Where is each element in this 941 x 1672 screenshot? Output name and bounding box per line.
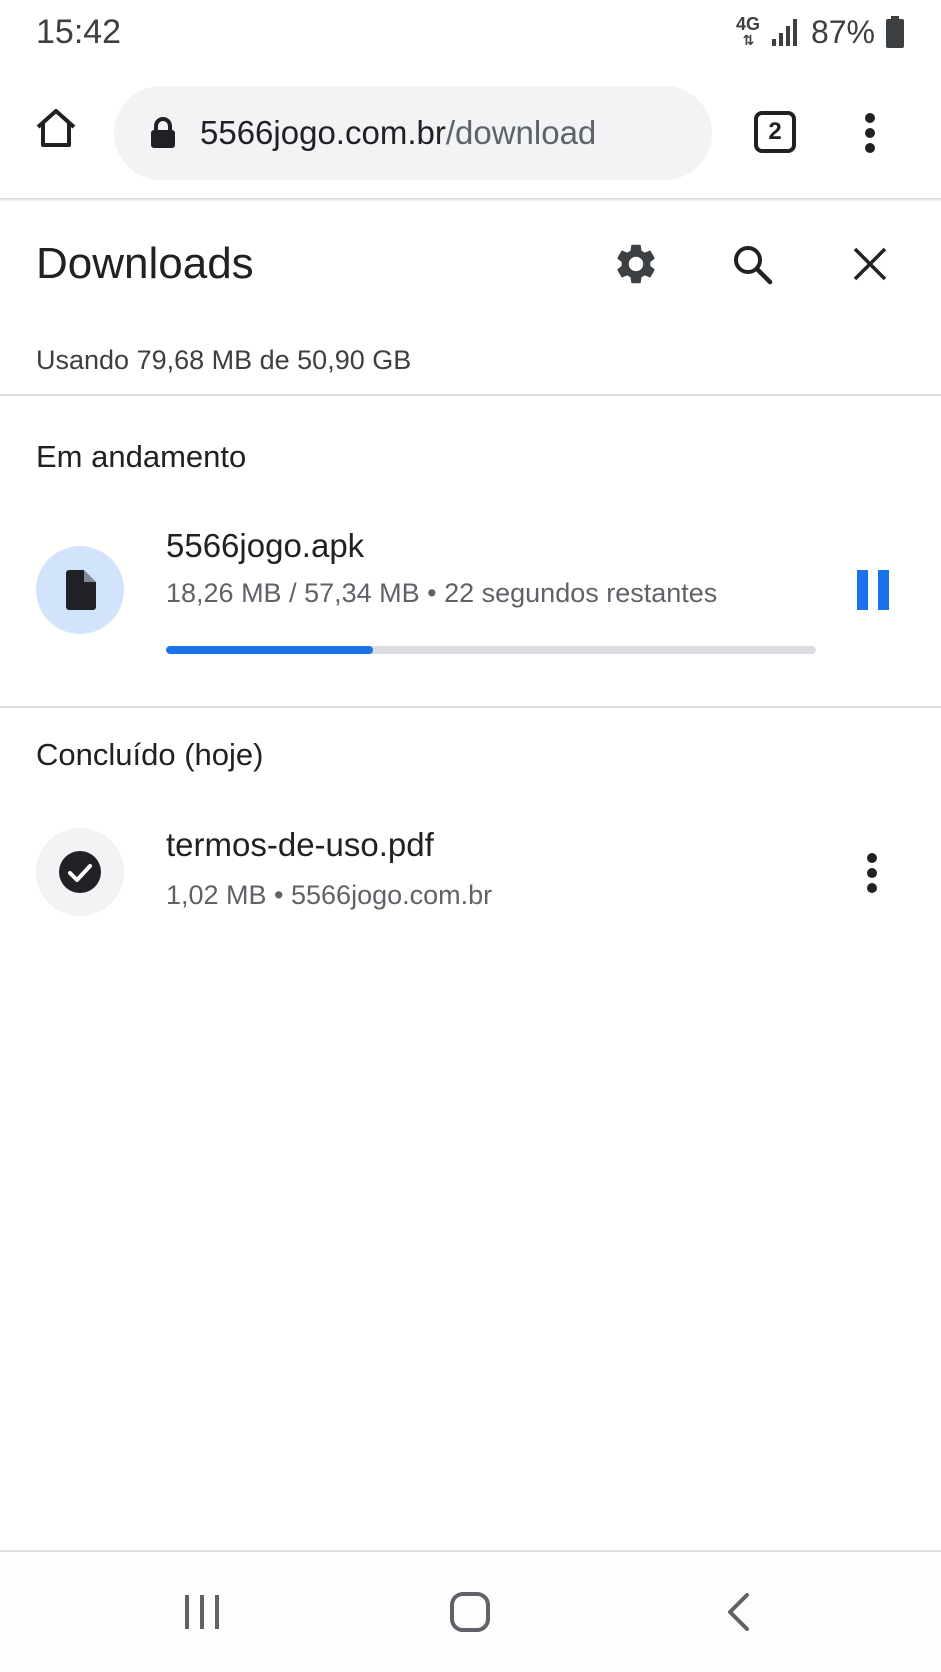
pause-icon: [857, 570, 868, 610]
recents-icon: [185, 1595, 219, 1629]
battery-percent: 87%: [810, 13, 875, 50]
home-icon: [36, 109, 76, 147]
back-button[interactable]: [698, 1572, 778, 1652]
section-title-in-progress: Em andamento: [36, 439, 247, 474]
file-name: termos-de-uso.pdf: [166, 826, 434, 863]
search-button[interactable]: [724, 236, 780, 292]
pause-button[interactable]: [848, 566, 898, 614]
section-title-completed: Concluído (hoje): [36, 737, 264, 772]
network-type-label: 4G: [735, 14, 760, 34]
settings-button[interactable]: [608, 236, 664, 292]
status-indicators: 4G ⇅ 87%: [735, 10, 905, 54]
storage-usage: Usando 79,68 MB de 50,90 GB: [36, 345, 412, 375]
system-nav-bar: [0, 1552, 941, 1672]
battery-icon: [886, 16, 904, 48]
toolbar-divider: [0, 198, 941, 201]
pause-icon-bar: [878, 570, 889, 610]
url-text: 5566jogo.com.br/download: [200, 114, 596, 152]
download-item-completed[interactable]: termos-de-uso.pdf 1,02 MB • 5566jogo.com…: [0, 800, 830, 930]
signal-icon: [771, 19, 797, 46]
tab-switcher-button[interactable]: 2: [754, 111, 796, 153]
item-menu-button[interactable]: [852, 848, 892, 898]
file-thumbnail: [36, 828, 124, 916]
file-meta: 1,02 MB • 5566jogo.com.br: [166, 880, 493, 910]
close-button[interactable]: [842, 236, 898, 292]
nav-home-icon: [450, 1592, 490, 1632]
browser-menu-button[interactable]: [850, 108, 890, 158]
more-vert-icon: [865, 113, 875, 153]
url-bar[interactable]: 5566jogo.com.br/download: [114, 86, 712, 180]
network-type-icon: 4G ⇅: [735, 14, 761, 48]
more-vert-icon: [867, 853, 877, 893]
search-icon: [734, 246, 773, 285]
data-arrows-icon: ⇅: [742, 32, 755, 48]
file-meta: 18,26 MB / 57,34 MB • 22 segundos restan…: [166, 578, 718, 608]
section-divider: [0, 394, 941, 396]
url-host: 5566jogo.com.br: [200, 114, 446, 151]
download-progress-fill: [166, 646, 373, 654]
back-icon: [728, 1593, 749, 1631]
url-path: /download: [445, 114, 597, 151]
gear-icon: [617, 244, 655, 284]
lock-icon: [148, 115, 178, 151]
section-divider: [0, 706, 941, 708]
check-circle-icon: [59, 851, 101, 893]
file-thumbnail: [36, 546, 124, 634]
nav-home-button[interactable]: [430, 1572, 510, 1652]
page-title: Downloads: [36, 239, 254, 288]
file-icon: [66, 570, 96, 610]
tab-count: 2: [768, 118, 782, 145]
home-button[interactable]: [28, 100, 84, 156]
close-icon: [853, 247, 887, 281]
download-progress-bar: [166, 646, 816, 654]
recents-button[interactable]: [162, 1572, 242, 1652]
status-time: 15:42: [36, 13, 122, 51]
file-name: 5566jogo.apk: [166, 527, 365, 564]
download-item-in-progress[interactable]: 5566jogo.apk 18,26 MB / 57,34 MB • 22 se…: [0, 508, 941, 658]
